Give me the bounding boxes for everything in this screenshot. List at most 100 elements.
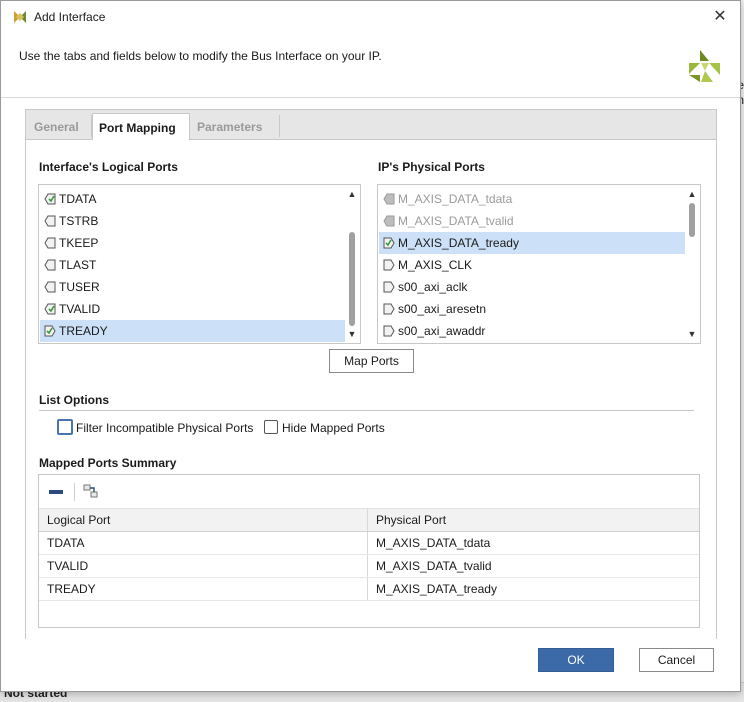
list-item-label: TDATA [59, 192, 97, 206]
dialog-title: Add Interface [34, 10, 106, 24]
logical-ports-label: Interface's Logical Ports [39, 160, 178, 174]
cancel-button[interactable]: Cancel [639, 648, 714, 672]
filter-incompatible-checkbox[interactable] [57, 419, 73, 435]
list-item-label: M_AXIS_CLK [398, 258, 473, 272]
scroll-down-icon[interactable]: ▼ [345, 327, 359, 341]
tab-general[interactable]: General [28, 113, 90, 140]
column-divider [367, 532, 368, 554]
list-item-label: M_AXIS_DATA_tvalid [398, 214, 514, 228]
tab-port-mapping[interactable]: Port Mapping [92, 113, 190, 141]
output-port-icon [383, 215, 395, 227]
list-item-label: TUSER [59, 280, 100, 294]
header-separator [1, 97, 740, 98]
list-item-m-axis-data-tready[interactable]: M_AXIS_DATA_tready [379, 232, 685, 254]
dialog-description: Use the tabs and fields below to modify … [19, 49, 382, 63]
table-header-row: Logical Port Physical Port [39, 509, 699, 532]
summary-toolbar [39, 475, 699, 509]
scroll-up-icon[interactable]: ▲ [685, 187, 699, 201]
title-bar: Add Interface ✕ [1, 1, 740, 33]
list-item-m-axis-data-tdata[interactable]: M_AXIS_DATA_tdata [379, 188, 685, 210]
vivado-logo-icon [14, 11, 26, 23]
list-item-tkeep[interactable]: TKEEP [40, 232, 345, 254]
logical-ports-scrollbar[interactable]: ▲ ▼ [345, 186, 359, 342]
tab-parameters[interactable]: Parameters [191, 113, 279, 140]
port-icon [44, 215, 56, 227]
list-item-label: s00_axi_awaddr [398, 324, 486, 338]
scroll-thumb[interactable] [349, 232, 355, 326]
column-divider [367, 509, 368, 531]
close-icon[interactable]: ✕ [710, 7, 730, 27]
xilinx-logo-icon [689, 50, 720, 82]
list-options-label: List Options [39, 393, 109, 407]
map-ports-button[interactable]: Map Ports [329, 349, 414, 373]
scroll-up-icon[interactable]: ▲ [345, 187, 359, 201]
scroll-thumb[interactable] [689, 203, 695, 237]
logical-port-cell: TREADY [47, 582, 96, 596]
logical-port-cell: TVALID [47, 559, 89, 573]
remove-mapping-icon[interactable] [49, 490, 63, 494]
mapped-summary-label: Mapped Ports Summary [39, 456, 177, 470]
toolbar-divider [74, 483, 75, 501]
tab-strip: General Port Mapping Parameters [26, 110, 716, 141]
list-options-divider [39, 410, 694, 411]
mapped-input-port-icon [44, 325, 56, 337]
list-item-label: M_AXIS_DATA_tready [398, 236, 519, 250]
input-port-icon [383, 325, 395, 337]
input-port-icon [383, 303, 395, 315]
column-header-physical-port[interactable]: Physical Port [368, 509, 446, 532]
port-icon [44, 237, 56, 249]
list-item-m-axis-data-tvalid[interactable]: M_AXIS_DATA_tvalid [379, 210, 685, 232]
hide-mapped-label: Hide Mapped Ports [282, 421, 385, 435]
list-item-label: M_AXIS_DATA_tdata [398, 192, 513, 206]
list-item-s00-axi-awaddr[interactable]: s00_axi_awaddr [379, 320, 685, 342]
tab-panel: General Port Mapping Parameters Interfac… [25, 109, 717, 640]
scroll-down-icon[interactable]: ▼ [685, 327, 699, 341]
add-interface-dialog: Add Interface ✕ Use the tabs and fields … [0, 0, 741, 692]
ok-button[interactable]: OK [538, 648, 614, 672]
physical-ports-list[interactable]: M_AXIS_DATA_tdata M_AXIS_DATA_tvalid M_A… [377, 184, 701, 344]
input-port-icon [383, 259, 395, 271]
logical-port-cell: TDATA [47, 536, 85, 550]
mapped-port-icon [44, 303, 56, 315]
port-icon [44, 259, 56, 271]
list-item-tvalid[interactable]: TVALID [40, 298, 345, 320]
physical-ports-label: IP's Physical Ports [378, 160, 485, 174]
list-item-label: TSTRB [59, 214, 99, 228]
column-divider [367, 555, 368, 577]
physical-port-cell: M_AXIS_DATA_tdata [376, 536, 491, 550]
table-row[interactable]: TREADY M_AXIS_DATA_tready [39, 578, 699, 601]
hide-mapped-checkbox[interactable] [264, 420, 278, 434]
list-item-tready[interactable]: TREADY [40, 320, 345, 342]
table-row[interactable]: TVALID M_AXIS_DATA_tvalid [39, 555, 699, 578]
output-port-icon [383, 193, 395, 205]
port-mapping-content: Interface's Logical Ports IP's Physical … [26, 140, 716, 640]
list-item-tuser[interactable]: TUSER [40, 276, 345, 298]
mapped-input-port-icon [383, 237, 395, 249]
port-icon [44, 281, 56, 293]
logical-ports-list[interactable]: TDATA TSTRB TKEEP TLAST TUSER TVALID TRE… [38, 184, 361, 344]
mapped-port-icon [44, 193, 56, 205]
filter-incompatible-label: Filter Incompatible Physical Ports [76, 421, 254, 435]
list-item-tlast[interactable]: TLAST [40, 254, 345, 276]
mapped-ports-summary: Logical Port Physical Port TDATA M_AXIS_… [38, 474, 700, 628]
physical-port-cell: M_AXIS_DATA_tready [376, 582, 497, 596]
list-item-label: s00_axi_aclk [398, 280, 468, 294]
list-item-label: TKEEP [59, 236, 99, 250]
list-item-m-axis-clk[interactable]: M_AXIS_CLK [379, 254, 685, 276]
list-item-tstrb[interactable]: TSTRB [40, 210, 345, 232]
physical-ports-scrollbar[interactable]: ▲ ▼ [685, 186, 699, 342]
table-row[interactable]: TDATA M_AXIS_DATA_tdata [39, 532, 699, 555]
list-item-label: TLAST [59, 258, 97, 272]
auto-connect-icon[interactable] [83, 483, 99, 499]
column-divider [367, 578, 368, 600]
column-header-logical-port[interactable]: Logical Port [39, 509, 110, 532]
physical-port-cell: M_AXIS_DATA_tvalid [376, 559, 492, 573]
list-item-s00-axi-aclk[interactable]: s00_axi_aclk [379, 276, 685, 298]
tab-divider [279, 115, 280, 137]
list-item-label: s00_axi_aresetn [398, 302, 487, 316]
list-item-s00-axi-aresetn[interactable]: s00_axi_aresetn [379, 298, 685, 320]
list-item-label: TREADY [59, 324, 108, 338]
list-item-tdata[interactable]: TDATA [40, 188, 345, 210]
input-port-icon [383, 281, 395, 293]
list-item-label: TVALID [59, 302, 101, 316]
